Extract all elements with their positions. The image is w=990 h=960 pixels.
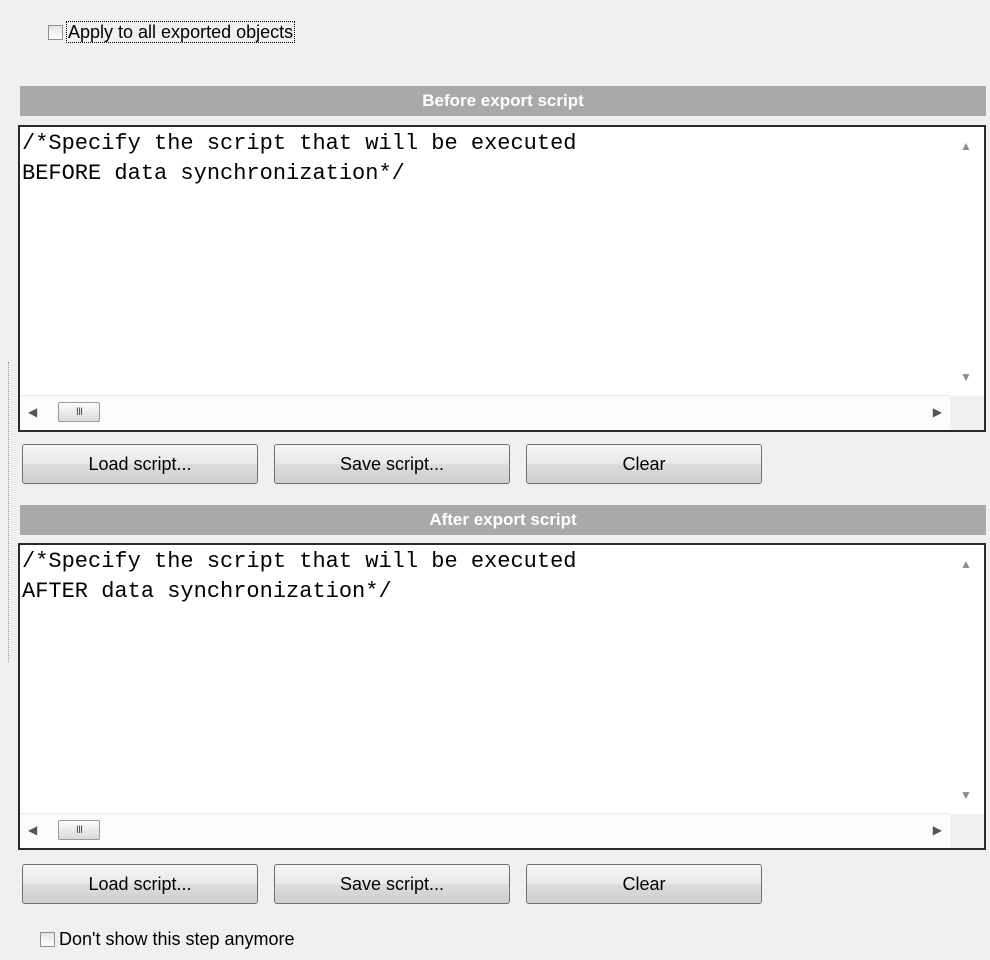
after-load-script-button[interactable]: Load script... bbox=[22, 864, 258, 904]
before-load-script-button[interactable]: Load script... bbox=[22, 444, 258, 484]
apply-all-row[interactable]: Apply to all exported objects bbox=[48, 21, 296, 43]
after-script-text[interactable]: /*Specify the script that will be execut… bbox=[22, 547, 948, 607]
scrollbar-corner bbox=[950, 814, 984, 848]
before-clear-button[interactable]: Clear bbox=[526, 444, 762, 484]
after-script-header: After export script bbox=[20, 505, 986, 535]
after-vertical-scrollbar[interactable]: ▲ ▼ bbox=[950, 545, 984, 814]
scroll-down-icon[interactable]: ▼ bbox=[960, 788, 972, 802]
apply-all-checkbox[interactable] bbox=[48, 24, 63, 40]
scroll-left-icon[interactable]: ◀ bbox=[28, 823, 37, 837]
after-horizontal-scrollbar[interactable]: ◀ III ▶ bbox=[20, 813, 950, 848]
before-vertical-scrollbar[interactable]: ▲ ▼ bbox=[950, 127, 984, 396]
before-script-text[interactable]: /*Specify the script that will be execut… bbox=[22, 129, 948, 189]
scroll-up-icon[interactable]: ▲ bbox=[960, 139, 972, 153]
scroll-up-icon[interactable]: ▲ bbox=[960, 557, 972, 571]
horizontal-scroll-thumb[interactable]: III bbox=[58, 820, 100, 840]
before-save-script-button[interactable]: Save script... bbox=[274, 444, 510, 484]
before-horizontal-scrollbar[interactable]: ◀ III ▶ bbox=[20, 395, 950, 430]
dont-show-row[interactable]: Don't show this step anymore bbox=[40, 929, 295, 949]
scrollbar-corner bbox=[950, 396, 984, 430]
dont-show-label[interactable]: Don't show this step anymore bbox=[59, 929, 295, 949]
before-script-editor[interactable]: /*Specify the script that will be execut… bbox=[18, 125, 986, 432]
after-clear-button[interactable]: Clear bbox=[526, 864, 762, 904]
splitter-guide bbox=[8, 362, 9, 662]
dont-show-checkbox[interactable] bbox=[40, 931, 55, 947]
scroll-down-icon[interactable]: ▼ bbox=[960, 370, 972, 384]
apply-all-label[interactable]: Apply to all exported objects bbox=[65, 21, 296, 43]
horizontal-scroll-thumb[interactable]: III bbox=[58, 402, 100, 422]
scroll-right-icon[interactable]: ▶ bbox=[933, 823, 942, 837]
before-script-header: Before export script bbox=[20, 86, 986, 116]
after-script-editor[interactable]: /*Specify the script that will be execut… bbox=[18, 543, 986, 850]
scroll-right-icon[interactable]: ▶ bbox=[933, 405, 942, 419]
scroll-left-icon[interactable]: ◀ bbox=[28, 405, 37, 419]
after-save-script-button[interactable]: Save script... bbox=[274, 864, 510, 904]
